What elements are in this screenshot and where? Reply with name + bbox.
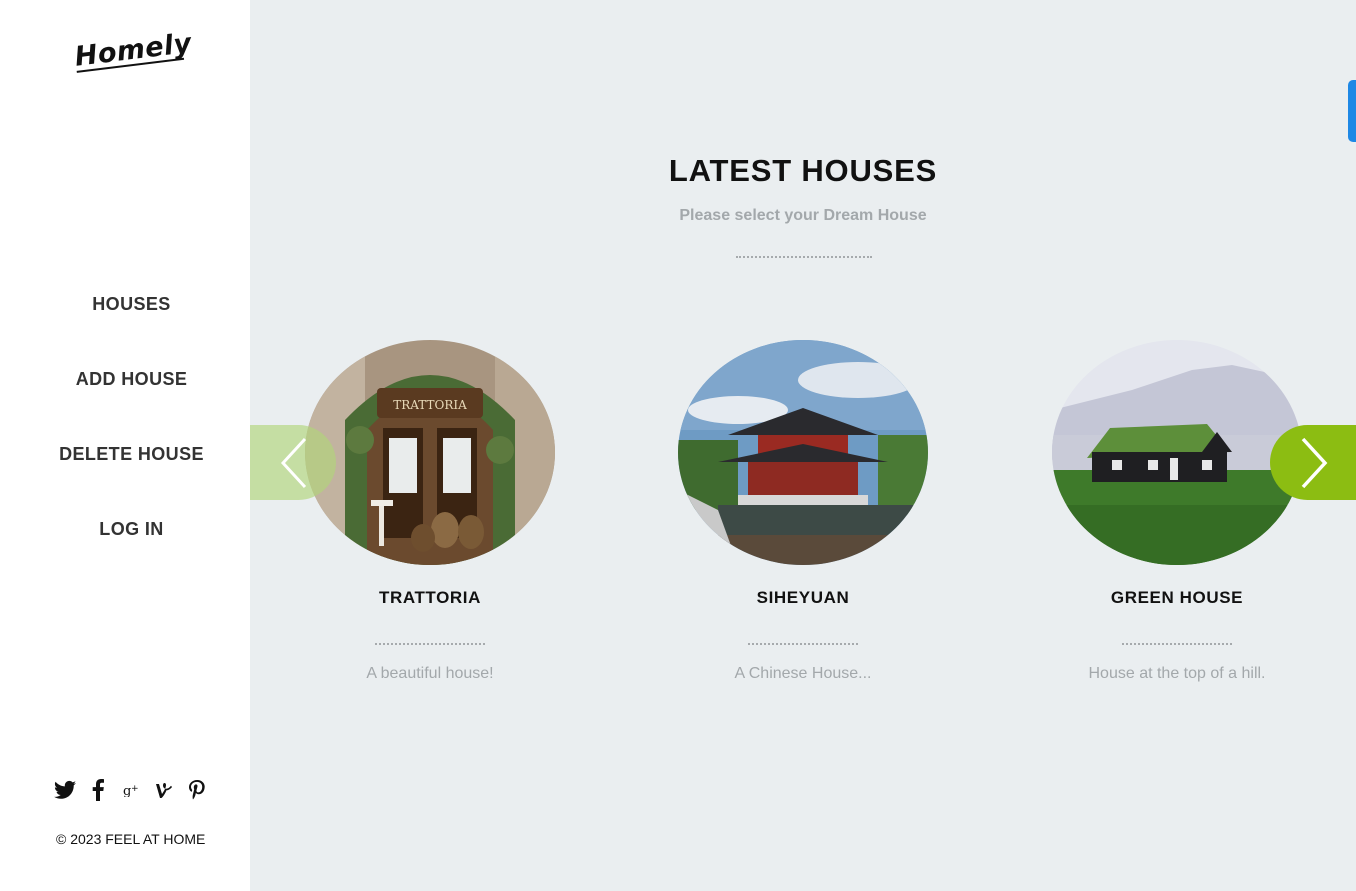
house-title: SIHEYUAN: [756, 588, 850, 607]
main-content: LATEST HOUSES Please select your Dream H…: [250, 0, 1356, 891]
house-description: A Chinese House...: [734, 665, 872, 682]
scroll-tab[interactable]: [1348, 80, 1356, 142]
nav-item-log-in[interactable]: LOG IN: [0, 505, 263, 580]
facebook-icon[interactable]: [81, 778, 114, 802]
carousel-prev-button[interactable]: [250, 425, 336, 500]
sidebar: Homely HOUSES ADD HOUSE DELETE HOUSE LOG…: [0, 0, 250, 891]
twitter-icon[interactable]: [48, 778, 81, 802]
house-card-trattoria[interactable]: TRATTORIA TRATTORIA A beautiful house!: [300, 340, 560, 683]
house-divider: [748, 643, 858, 645]
house-title: GREEN HOUSE: [1110, 588, 1244, 607]
chevron-left-icon: [280, 437, 307, 488]
section-subtitle: Please select your Dream House: [679, 207, 927, 224]
house-image-green-house[interactable]: [1052, 340, 1302, 565]
section-title: LATEST HOUSES: [668, 153, 938, 188]
trattoria-sign-text: TRATTORIA: [393, 398, 467, 412]
house-title: TRATTORIA: [378, 588, 482, 607]
main-nav: HOUSES ADD HOUSE DELETE HOUSE LOG IN: [0, 280, 263, 580]
logo[interactable]: Homely: [73, 28, 193, 73]
house-card-siheyuan[interactable]: SIHEYUAN A Chinese House...: [673, 340, 933, 683]
vine-icon[interactable]: [147, 778, 180, 802]
carousel-next-button[interactable]: [1270, 425, 1356, 500]
pinterest-icon[interactable]: [180, 778, 213, 802]
house-image-siheyuan[interactable]: [678, 340, 928, 565]
house-description: A beautiful house!: [366, 665, 494, 682]
section-divider: [736, 256, 872, 258]
house-image-trattoria[interactable]: TRATTORIA: [305, 340, 555, 565]
nav-item-add-house[interactable]: ADD HOUSE: [0, 355, 263, 430]
logo-text: Homely: [73, 27, 194, 73]
chevron-right-icon: [1301, 437, 1328, 488]
house-card-green-house[interactable]: GREEN HOUSE House at the top of a hill.: [1047, 340, 1307, 683]
house-divider: [375, 643, 485, 645]
social-links: g +: [48, 778, 213, 802]
nav-item-houses[interactable]: HOUSES: [0, 280, 263, 355]
nav-item-delete-house[interactable]: DELETE HOUSE: [0, 430, 263, 505]
google-plus-icon[interactable]: g +: [114, 778, 147, 802]
svg-text:+: +: [131, 784, 139, 794]
house-divider: [1122, 643, 1232, 645]
copyright-text: © 2023 FEEL AT HOME: [56, 831, 206, 847]
house-description: House at the top of a hill.: [1088, 665, 1266, 682]
